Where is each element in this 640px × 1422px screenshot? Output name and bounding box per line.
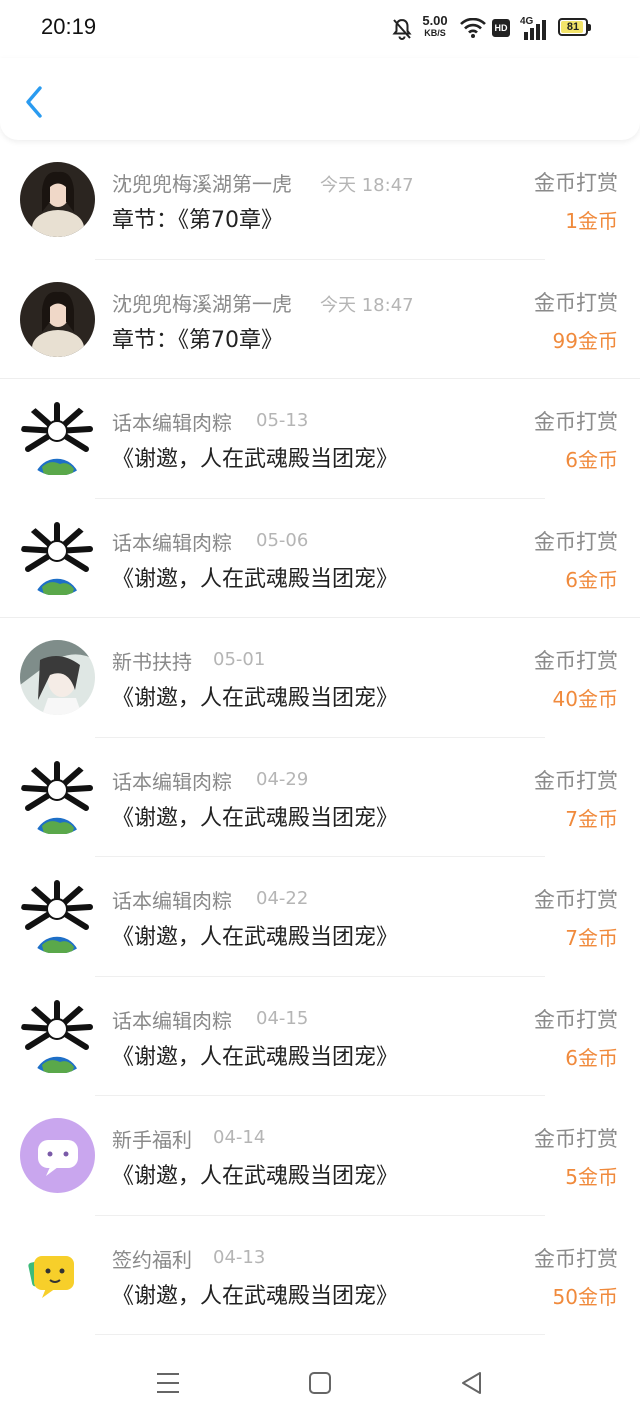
reward-type: 金币打赏	[534, 1127, 618, 1151]
sender-name: 签约福利	[112, 1247, 192, 1272]
reward-date: 今天 18:47	[320, 294, 414, 316]
reward-date: 今天 18:47	[320, 175, 414, 196]
reward-target: 章节：《第70章》	[112, 327, 283, 353]
list-item[interactable]: 沈兜兜梅溪湖第一虎 今天 18:47 章节：《第70章》 金币打赏 99金币	[0, 260, 640, 379]
reward-date: 05-13	[256, 410, 309, 431]
sender-name: 话本编辑肉粽	[112, 889, 232, 913]
reward-type: 金币打赏	[534, 290, 618, 315]
list-item[interactable]: 签约福利 04-13 《谢邀，人在武魂殿当团宠》 金币打赏 50金币	[0, 1216, 640, 1335]
avatar-emoji	[20, 1237, 95, 1313]
reward-list: 沈兜兜梅溪湖第一虎 今天 18:47 章节：《第70章》 金币打赏 1金币 沈兜…	[0, 140, 640, 1335]
list-item[interactable]: 新手福利 04-14 《谢邀，人在武魂殿当团宠》 金币打赏 5金币	[0, 1096, 640, 1216]
status-bar: 20:19 5.00 KB/S HD 4G 81	[0, 0, 640, 58]
sender-name: 话本编辑肉粽	[112, 411, 232, 435]
reward-amount: 6金币	[565, 1045, 618, 1070]
clock: 20:19	[41, 14, 97, 39]
status-icons: 5.00 KB/S HD 4G 81	[392, 14, 602, 44]
list-item[interactable]: 话本编辑肉粽 04-29 《谢邀，人在武魂殿当团宠》 金币打赏 7金币	[0, 738, 640, 857]
reward-amount: 1金币	[565, 209, 618, 233]
reward-amount: 6金币	[565, 567, 618, 592]
list-item[interactable]: 话本编辑肉粽 04-22 《谢邀，人在武魂殿当团宠》 金币打赏 7金币	[0, 857, 640, 977]
divider	[95, 1334, 545, 1335]
list-item[interactable]: 新书扶持 05-01 《谢邀，人在武魂殿当团宠》 金币打赏 40金币	[0, 618, 640, 738]
list-item[interactable]: 话本编辑肉粽 05-13 《谢邀，人在武魂殿当团宠》 金币打赏 6金币	[0, 379, 640, 499]
reward-amount: 99金币	[552, 328, 618, 353]
reward-type: 金币打赏	[534, 1246, 618, 1271]
reward-date: 04-15	[256, 1007, 309, 1029]
system-nav-bar	[0, 1345, 640, 1422]
net-speed: 5.00 KB/S	[422, 13, 448, 39]
reward-type: 金币打赏	[534, 768, 618, 793]
reward-target: 《谢邀，人在武魂殿当团宠》	[112, 1164, 399, 1189]
list-item[interactable]: 话本编辑肉粽 05-06 《谢邀，人在武魂殿当团宠》 金币打赏 6金币	[0, 499, 640, 618]
avatar-globe	[20, 520, 95, 596]
sender-name: 话本编辑肉粽	[112, 769, 232, 794]
reward-type: 金币打赏	[534, 649, 618, 673]
home-square-icon[interactable]	[306, 1369, 334, 1397]
avatar-photo	[20, 281, 95, 357]
battery-icon: 81	[558, 18, 591, 36]
sender-name: 沈兜兜梅溪湖第一虎	[112, 172, 292, 196]
reward-date: 05-01	[213, 649, 266, 670]
reward-date: 04-14	[213, 1127, 266, 1148]
mute-bell-icon	[392, 18, 412, 40]
avatar-illustration	[20, 640, 95, 715]
reward-type: 金币打赏	[534, 171, 618, 195]
reward-target: 《谢邀，人在武魂殿当团宠》	[112, 925, 399, 950]
reward-type: 金币打赏	[534, 410, 618, 434]
avatar-globe	[20, 401, 95, 476]
reward-target: 《谢邀，人在武魂殿当团宠》	[112, 1283, 399, 1309]
avatar-chat-bubble	[20, 1118, 95, 1193]
avatar-globe	[20, 998, 95, 1074]
reward-date: 04-29	[256, 768, 309, 790]
reward-amount: 7金币	[565, 926, 618, 950]
reward-type: 金币打赏	[534, 529, 618, 554]
reward-target: 《谢邀，人在武魂殿当团宠》	[112, 566, 399, 592]
reward-target: 《谢邀，人在武魂殿当团宠》	[112, 447, 399, 472]
reward-amount: 6金币	[565, 448, 618, 472]
reward-date: 04-13	[213, 1246, 266, 1268]
reward-amount: 5金币	[565, 1165, 618, 1189]
reward-amount: 40金币	[552, 687, 618, 711]
sender-name: 新手福利	[112, 1128, 192, 1152]
reward-amount: 50金币	[552, 1284, 618, 1309]
reward-target: 章节：《第70章》	[112, 208, 283, 233]
avatar-globe	[20, 759, 95, 835]
reward-amount: 7金币	[565, 806, 618, 831]
reward-type: 金币打赏	[534, 1007, 618, 1032]
list-item[interactable]: 沈兜兜梅溪湖第一虎 今天 18:47 章节：《第70章》 金币打赏 1金币	[0, 140, 640, 260]
back-chevron-icon[interactable]	[20, 82, 50, 122]
signal-icon	[524, 20, 546, 40]
hd-badge: HD	[492, 19, 510, 37]
wifi-icon	[460, 18, 486, 38]
list-item[interactable]: 话本编辑肉粽 04-15 《谢邀，人在武魂殿当团宠》 金币打赏 6金币	[0, 977, 640, 1096]
menu-icon[interactable]	[154, 1369, 182, 1397]
sender-name: 沈兜兜梅溪湖第一虎	[112, 291, 292, 316]
reward-date: 05-06	[256, 529, 309, 551]
back-triangle-icon[interactable]	[458, 1369, 486, 1397]
reward-target: 《谢邀，人在武魂殿当团宠》	[112, 686, 399, 711]
reward-type: 金币打赏	[534, 888, 618, 912]
reward-target: 《谢邀，人在武魂殿当团宠》	[112, 805, 399, 831]
avatar-globe	[20, 879, 95, 954]
reward-target: 《谢邀，人在武魂殿当团宠》	[112, 1044, 399, 1070]
reward-date: 04-22	[256, 888, 309, 909]
avatar-photo	[20, 162, 95, 237]
nav-bar	[0, 58, 640, 140]
sender-name: 新书扶持	[112, 650, 192, 674]
sender-name: 话本编辑肉粽	[112, 1008, 232, 1033]
sender-name: 话本编辑肉粽	[112, 530, 232, 555]
